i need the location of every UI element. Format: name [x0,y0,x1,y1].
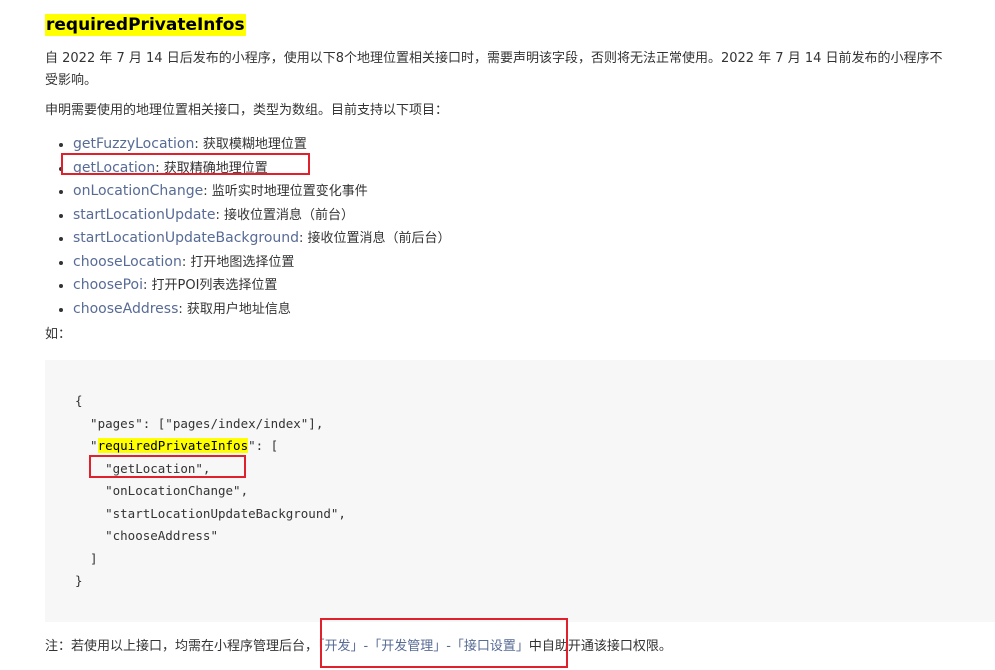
api-desc: : 获取模糊地理位置 [194,137,307,152]
code-line: "onLocationChange", [75,483,249,498]
annotation-box-settings-path [320,618,568,668]
example-label: 如： [45,327,72,342]
code-token: ": [ [248,438,279,453]
api-desc: : 获取用户地址信息 [178,301,291,317]
code-token: " [75,438,98,453]
api-desc: : 接收位置消息（前台） [215,207,355,223]
note-prefix: 注：若使用以上接口，均需在小程序管理后台， [45,639,319,654]
api-desc: : 监听实时地理位置变化事件 [203,184,368,199]
intro-text: 自 2022 年 7 月 14 日后发布的小程序，使用以下8个地理位置相关接口时… [45,51,943,66]
intro-text-continued: 受影响。 [45,73,98,88]
list-item: onLocationChange: 监听实时地理位置变化事件 [73,180,451,204]
list-item: startLocationUpdate: 接收位置消息（前台） [73,204,451,228]
api-link-getFuzzyLocation[interactable]: getFuzzyLocation [73,136,194,152]
code-line: } [75,573,83,588]
description-text: 申明需要使用的地理位置相关接口，类型为数组。目前支持以下项目： [45,103,449,118]
annotation-box-code-getLocation [89,455,246,478]
section-heading: requiredPrivateInfos [45,14,246,36]
code-content: { "pages": ["pages/index/index"], "requi… [75,390,346,593]
api-desc: : 打开POI列表选择位置 [143,278,278,293]
api-link-startLocationUpdateBackground[interactable]: startLocationUpdateBackground [73,230,299,246]
api-link-chooseAddress[interactable]: chooseAddress [73,301,178,317]
annotation-box-getLocation [61,153,310,175]
code-line: { [75,393,83,408]
code-line: "startLocationUpdateBackground", [75,505,346,521]
list-item: startLocationUpdateBackground: 接收位置消息（前后… [73,227,451,251]
api-desc: : 打开地图选择位置 [181,254,295,270]
api-link-chooseLocation[interactable]: chooseLocation [73,254,182,270]
code-line: ] [75,550,98,566]
code-line: "chooseAddress" [75,528,218,543]
api-desc: : 接收位置消息（前后台） [299,231,451,246]
api-link-onLocationChange[interactable]: onLocationChange [73,183,203,199]
list-item: choosePoi: 打开POI列表选择位置 [73,274,451,298]
list-item: chooseAddress: 获取用户地址信息 [73,298,451,322]
api-link-choosePoi[interactable]: choosePoi [73,277,143,293]
code-highlight: requiredPrivateInfos [97,438,249,453]
list-item: chooseLocation: 打开地图选择位置 [73,251,451,275]
code-line: "pages": ["pages/index/index"], [75,415,324,431]
api-link-startLocationUpdate[interactable]: startLocationUpdate [73,207,216,223]
